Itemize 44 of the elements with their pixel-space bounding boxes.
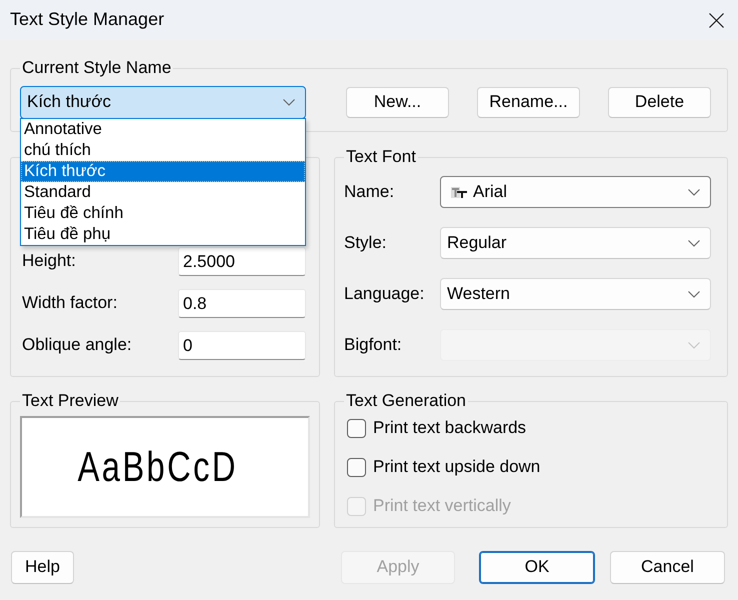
close-icon: [708, 12, 724, 28]
chevron-down-icon: [688, 240, 700, 246]
field-label: Bigfont:: [344, 334, 403, 356]
checkbox-label: Print text backwards: [373, 418, 526, 438]
checkbox-label: Print text vertically: [373, 496, 511, 516]
ok-button[interactable]: OK: [479, 551, 595, 584]
style-dropdown[interactable]: Kích thước: [20, 86, 306, 119]
checkbox-label: Print text upside down: [373, 456, 540, 478]
cancel-button[interactable]: Cancel: [610, 551, 725, 584]
dropdown-option[interactable]: Tiêu đề phụ: [21, 224, 305, 245]
checkbox[interactable]: [347, 458, 366, 476]
group-title: Text Generation: [345, 391, 468, 411]
field-label: Height:: [22, 251, 76, 272]
field-label: Name:: [344, 182, 396, 202]
rename-button[interactable]: Rename...: [477, 87, 580, 118]
field-label: Style:: [344, 232, 388, 254]
help-button[interactable]: Help: [11, 551, 74, 584]
checkbox[interactable]: [347, 418, 366, 438]
delete-button[interactable]: Delete: [608, 87, 711, 118]
field-label: Oblique angle:: [22, 335, 132, 356]
dropdown-option[interactable]: Standard: [21, 182, 305, 203]
dropdown-option[interactable]: Kích thước: [21, 161, 305, 182]
field-label: Width factor:: [22, 293, 118, 314]
dropdown[interactable]: Regular: [440, 227, 711, 259]
chevron-down-icon: [688, 342, 700, 348]
font-type-icon: [451, 186, 467, 198]
text-input[interactable]: 0.8: [178, 289, 306, 318]
dropdown-option[interactable]: Tiêu đề chính: [21, 203, 305, 224]
chevron-down-icon: [688, 290, 700, 298]
text-input[interactable]: 0: [178, 331, 306, 360]
window-title: Text Style Manager: [10, 9, 164, 31]
dropdown[interactable]: Western: [440, 278, 711, 310]
preview-sample-text: AaBbCcD: [78, 446, 238, 488]
dropdown-option[interactable]: Annotative: [21, 119, 305, 140]
group-title: Current Style Name: [21, 58, 172, 78]
field-label: Language:: [344, 284, 426, 304]
chevron-down-icon: [688, 188, 700, 196]
text-input[interactable]: 2.5000: [178, 247, 306, 276]
group-title: Text Preview: [21, 391, 120, 411]
dropdown-option[interactable]: chú thích: [21, 140, 305, 161]
group-title: Text Font: [345, 147, 417, 167]
new-button[interactable]: New...: [346, 87, 449, 118]
chevron-down-icon: [283, 99, 295, 106]
dropdown[interactable]: Arial: [440, 176, 711, 208]
